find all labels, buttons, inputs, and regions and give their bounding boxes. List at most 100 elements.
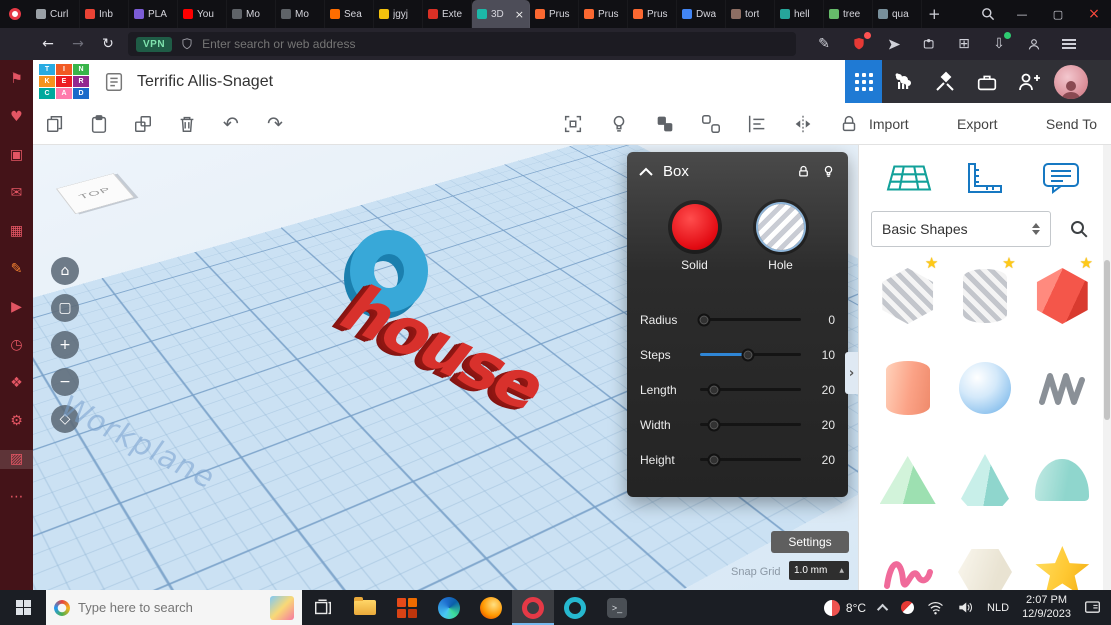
clock-icon[interactable]: ◷	[0, 336, 33, 355]
network-icon[interactable]	[927, 600, 944, 615]
browser-tab[interactable]: hell	[775, 0, 824, 28]
favorite-star-icon[interactable]: ★	[925, 254, 938, 272]
slider-track[interactable]	[700, 318, 801, 321]
edit-page-icon[interactable]: ✎	[814, 34, 834, 54]
notification-center-icon[interactable]	[1084, 600, 1101, 615]
favorite-star-icon[interactable]: ★	[1080, 254, 1093, 272]
viewport-3d[interactable]: TOP ⌂ ▢ + − ◇ Workplane house Box Solid …	[33, 145, 858, 590]
reload-button[interactable]: ↻	[98, 36, 118, 52]
calendar-icon[interactable]: ▦	[0, 222, 33, 241]
panel-collapse-handle[interactable]: ›	[845, 352, 858, 394]
taskbar-search[interactable]	[46, 590, 302, 625]
share-send-icon[interactable]	[884, 34, 904, 54]
light-bulb-button[interactable]	[607, 112, 631, 136]
design-menu-icon[interactable]	[103, 71, 125, 93]
sim-lab-icon[interactable]	[882, 60, 924, 103]
tab-close-button[interactable]: ×	[515, 8, 524, 21]
settings-button[interactable]: Settings	[771, 531, 849, 553]
tinkercad-logo[interactable]: TINKERCAD	[39, 64, 89, 99]
slider-track[interactable]	[700, 388, 801, 391]
3d-design-mode-button[interactable]	[845, 60, 882, 103]
shape-pyramid[interactable]	[869, 441, 946, 519]
taskbar-search-input[interactable]	[78, 600, 262, 615]
invite-person-icon[interactable]	[1008, 60, 1050, 103]
browser-tab[interactable]: Prus	[579, 0, 628, 28]
settings-icon[interactable]: ⚙	[0, 412, 33, 431]
weather-widget[interactable]: 8°C	[824, 600, 866, 616]
language-indicator[interactable]: NLD	[987, 602, 1009, 614]
copy-button[interactable]	[43, 112, 67, 136]
browser-tab[interactable]: jgyj	[374, 0, 423, 28]
browser-tab[interactable]: Inb	[80, 0, 129, 28]
mirror-button[interactable]	[791, 112, 815, 136]
slider-track[interactable]	[700, 458, 801, 461]
downloads-icon[interactable]: ⇩	[989, 34, 1009, 54]
collapse-panel-icon[interactable]	[639, 167, 653, 176]
tab-search-icon[interactable]	[973, 0, 1003, 28]
tray-app-icon[interactable]	[901, 601, 914, 614]
slider-track[interactable]	[700, 423, 801, 426]
browser-tab[interactable]: Sea	[325, 0, 374, 28]
send-to-button[interactable]: Send To	[1046, 116, 1097, 132]
slider-handle[interactable]	[742, 348, 755, 361]
start-button[interactable]	[0, 590, 46, 625]
undo-button[interactable]: ↶	[219, 112, 243, 136]
shape-sphere[interactable]	[946, 349, 1023, 427]
address-bar[interactable]: VPN	[128, 32, 796, 56]
shape-scribble[interactable]	[1024, 349, 1101, 427]
shape-cylinder-hole[interactable]: ★	[946, 257, 1023, 335]
import-button[interactable]: Import	[869, 116, 909, 132]
browser-tab[interactable]: Prus	[628, 0, 677, 28]
lock-icon[interactable]	[796, 164, 811, 179]
shape-box-hole[interactable]: ★	[869, 257, 946, 335]
visibility-bulb-icon[interactable]	[821, 164, 836, 179]
shape-cylinder[interactable]	[869, 349, 946, 427]
account-icon[interactable]	[1024, 34, 1044, 54]
delete-button[interactable]	[175, 112, 199, 136]
shape-polygon[interactable]	[946, 533, 1023, 590]
show-all-button[interactable]	[561, 112, 585, 136]
export-button[interactable]: Export	[957, 116, 997, 132]
browser-tab[interactable]: Dwa	[677, 0, 726, 28]
back-button[interactable]: ←	[38, 36, 58, 52]
bookmark-icon[interactable]: ⚑	[0, 70, 33, 89]
app-gray-icon[interactable]: >_	[596, 590, 638, 625]
browser-tab[interactable]: Prus	[530, 0, 579, 28]
workplane-helper-button[interactable]	[879, 153, 939, 203]
slider-handle[interactable]	[708, 453, 721, 466]
play-icon[interactable]: ▶	[0, 298, 33, 317]
file-explorer-icon[interactable]	[344, 590, 386, 625]
app-grid-icon[interactable]	[386, 590, 428, 625]
tools-icon[interactable]	[924, 60, 966, 103]
shape-search-button[interactable]	[1059, 211, 1099, 247]
paintbrush-icon[interactable]: ✎	[0, 260, 33, 279]
tray-expand-icon[interactable]	[877, 603, 888, 614]
shape-text[interactable]	[869, 533, 946, 590]
duplicate-button[interactable]	[131, 112, 155, 136]
heart-icon[interactable]: ♥	[0, 108, 33, 127]
browser-tab[interactable]: Mo	[276, 0, 325, 28]
slider-handle[interactable]	[698, 313, 711, 326]
scrollbar-thumb[interactable]	[1104, 260, 1110, 420]
briefcase-icon[interactable]	[966, 60, 1008, 103]
ruler-button[interactable]	[955, 153, 1015, 203]
chat-icon[interactable]: ✉	[0, 184, 33, 203]
browser-tab[interactable]: Mo	[227, 0, 276, 28]
firefox-icon[interactable]	[470, 590, 512, 625]
opera-taskbar-icon[interactable]	[512, 590, 554, 625]
shape-star[interactable]	[1024, 533, 1101, 590]
browser-tab[interactable]: qua	[873, 0, 922, 28]
task-view-button[interactable]	[302, 590, 344, 625]
solid-mode-button[interactable]: Solid	[672, 204, 718, 272]
window-close-button[interactable]: ×	[1077, 0, 1111, 28]
browser-tab[interactable]: tort	[726, 0, 775, 28]
menu-icon[interactable]	[1059, 34, 1079, 54]
group-button[interactable]	[653, 112, 677, 136]
window-minimize-button[interactable]: —	[1005, 0, 1039, 28]
window-maximize-button[interactable]: ▢	[1041, 0, 1075, 28]
badge-icon[interactable]: ❖	[0, 374, 33, 393]
solid-color-swatch[interactable]	[672, 204, 718, 250]
home-view-button[interactable]: ⌂	[51, 257, 79, 285]
vpn-badge[interactable]: VPN	[136, 37, 172, 52]
volume-icon[interactable]	[957, 600, 974, 615]
